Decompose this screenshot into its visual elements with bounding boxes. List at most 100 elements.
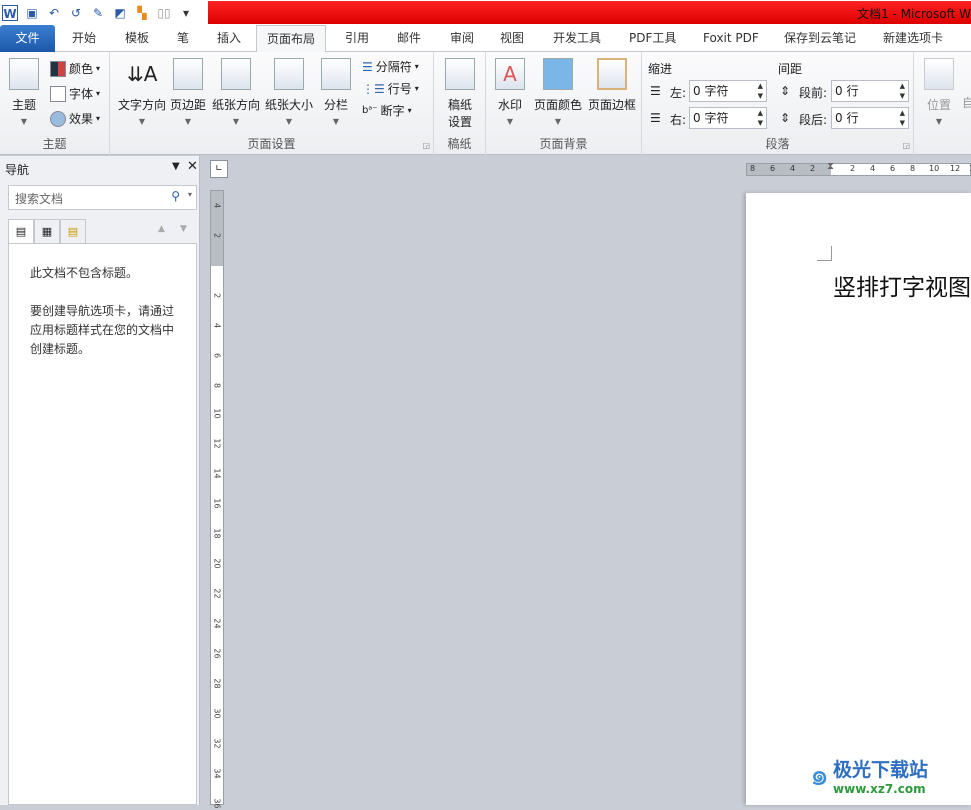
group-label: 页面设置 — [247, 137, 296, 151]
close-icon[interactable]: ✕ — [187, 159, 198, 174]
ruler-tick-label: 14 — [212, 468, 222, 479]
save-icon[interactable]: ▣ — [24, 5, 40, 21]
label: 纸张方向 — [211, 98, 260, 112]
position-button[interactable]: 位置 ▼ — [922, 58, 956, 126]
tab-view[interactable]: 视图 — [500, 25, 524, 52]
tab-developer[interactable]: 开发工具 — [553, 25, 601, 52]
line-numbers-button[interactable]: ⋮☰ 行号 ▾ — [362, 80, 419, 97]
page-color-button[interactable]: 页面颜色 ▼ — [532, 58, 584, 126]
vertical-ruler[interactable]: 4 2 2 4 6 8 10 12 14 16 18 20 22 24 26 28 30 32 34 36 — [210, 190, 224, 809]
chevron-down-icon[interactable]: ▾ — [188, 190, 192, 199]
orientation-button[interactable]: 纸张方向 ▼ — [211, 58, 261, 126]
pages-tab-icon[interactable]: ▦ — [34, 219, 60, 244]
columns-button[interactable]: 分栏 ▼ — [320, 58, 352, 126]
ruler-tick-label: 6 — [890, 164, 896, 173]
spacing-after-input[interactable]: 0 行 ▲ ▼ — [831, 107, 909, 129]
tab-save-cloud[interactable]: 保存到云笔记 — [784, 25, 856, 52]
results-tab-icon[interactable]: ▤ — [60, 219, 86, 244]
ruler-tick-label: 8 — [212, 382, 222, 389]
draft-settings-button[interactable]: 稿纸 设置 — [442, 58, 478, 130]
ruler-tick-label: 4 — [870, 164, 876, 173]
previous-icon[interactable]: ▲ — [158, 224, 165, 234]
search-icon[interactable]: ⚲ — [171, 189, 180, 203]
tab-new[interactable]: 新建选项卡 — [883, 25, 943, 52]
page-borders-icon — [597, 58, 627, 90]
label: 水印 — [497, 98, 522, 112]
reading-icon[interactable]: ▯▯ — [156, 5, 172, 21]
ruler-tick-label: 16 — [212, 498, 222, 509]
tab-file[interactable]: 文件 — [0, 25, 55, 52]
columns-icon — [321, 58, 351, 90]
ruler-tick-label: 20 — [212, 558, 222, 569]
colors-button[interactable]: 颜色 ▾ — [50, 60, 100, 77]
label: 设置 — [447, 115, 472, 129]
layout-icon[interactable]: ▚ — [134, 5, 150, 21]
tab-selector-button[interactable]: ∟ — [210, 160, 228, 178]
effects-button[interactable]: 效果 ▾ — [50, 110, 100, 127]
spacing-before-label: 段前: — [799, 86, 828, 100]
breaks-button[interactable]: ☰ 分隔符 ▾ — [362, 58, 419, 75]
window-title: 文档1 - Microsoft W — [857, 7, 971, 21]
edit-icon[interactable]: ✎ — [90, 5, 106, 21]
tab-review[interactable]: 审阅 — [450, 25, 474, 52]
watermark-button[interactable]: A 水印 ▼ — [494, 58, 526, 126]
colors-icon — [50, 60, 66, 77]
chevron-down-icon: ▼ — [20, 117, 28, 126]
customize-icon[interactable]: ▾ — [178, 5, 194, 21]
print-preview-icon[interactable]: ◩ — [112, 5, 128, 21]
ruler-tick-label: 34 — [212, 768, 222, 779]
search-input[interactable]: 搜索文档 ⚲ ▾ — [8, 185, 197, 210]
horizontal-ruler[interactable]: ⧗8642246810121 — [746, 161, 971, 176]
tab-references[interactable]: 引用 — [345, 25, 369, 52]
paper-size-icon — [274, 58, 304, 90]
ruler-tick-label: 32 — [212, 738, 222, 749]
label: 断字 — [380, 104, 405, 118]
breaks-icon: ☰ — [362, 59, 373, 74]
indent-left-input[interactable]: 0 字符 ▲ ▼ — [689, 80, 767, 102]
headings-tab-icon[interactable]: ▤ — [8, 219, 34, 244]
nav-menu-icon[interactable]: ▼ — [172, 161, 180, 172]
label: 页面边框 — [587, 98, 636, 112]
tab-pdf-tools[interactable]: PDF工具 — [629, 25, 676, 52]
ruler-tick-label: 6 — [212, 352, 222, 359]
word-logo-icon[interactable]: W — [2, 4, 18, 21]
ruler-tick-label: 36 — [212, 798, 222, 809]
indent-right-input[interactable]: 0 字符 ▲ ▼ — [689, 107, 767, 129]
dialog-launcher-icon[interactable]: ◲ — [902, 141, 910, 150]
ruler-tick-label: 28 — [212, 678, 222, 689]
text-direction-icon: ⇊A — [127, 62, 158, 86]
label: 稿纸 — [447, 98, 472, 112]
page-borders-button[interactable]: 页面边框 — [586, 58, 638, 113]
tab-foxit-pdf[interactable]: Foxit PDF — [703, 25, 759, 52]
tab-pen[interactable]: 笔 — [177, 25, 189, 52]
indent-label: 缩进 — [648, 62, 673, 76]
size-button[interactable]: 纸张大小 ▼ — [264, 58, 314, 126]
group-draft: 稿纸 设置 稿纸 — [434, 52, 486, 155]
fonts-button[interactable]: 字体 ▾ — [50, 85, 100, 102]
next-icon[interactable]: ▼ — [180, 224, 187, 234]
dialog-launcher-icon[interactable]: ◲ — [422, 141, 430, 150]
ruler-tick-label: 12 — [950, 164, 961, 173]
tab-mailings[interactable]: 邮件 — [397, 25, 421, 52]
margins-button[interactable]: 页边距 ▼ — [168, 58, 208, 126]
indent-marker-icon[interactable]: ⧗ — [827, 161, 834, 172]
nav-title: 导航 — [5, 163, 30, 177]
document-text[interactable]: 竖排打字视图 — [833, 268, 971, 302]
redo-icon[interactable]: ↺ — [68, 5, 84, 21]
text-direction-button[interactable]: ⇊A 文字方向 ▼ — [116, 58, 168, 126]
tab-home[interactable]: 开始 — [72, 25, 96, 52]
hyphenation-button[interactable]: bᵃ⁻ 断字 ▾ — [362, 102, 412, 119]
undo-icon[interactable]: ↶ — [46, 5, 62, 21]
themes-button[interactable]: 主题 ▼ — [6, 58, 42, 126]
spacing-before-input[interactable]: 0 行 ▲ ▼ — [831, 80, 909, 102]
margins-icon — [173, 58, 203, 90]
ruler-tick-label: 4 — [212, 202, 222, 209]
tab-page-layout[interactable]: 页面布局 — [256, 25, 327, 53]
orientation-icon — [221, 58, 251, 90]
margin-corner-mark — [817, 246, 832, 261]
tab-insert[interactable]: 插入 — [217, 25, 241, 52]
wrap-button[interactable]: 自 — [962, 94, 971, 111]
ruler-tick-label: 4 — [790, 164, 796, 173]
tab-template[interactable]: 模板 — [125, 25, 149, 52]
group-label: 主题 — [42, 137, 67, 151]
